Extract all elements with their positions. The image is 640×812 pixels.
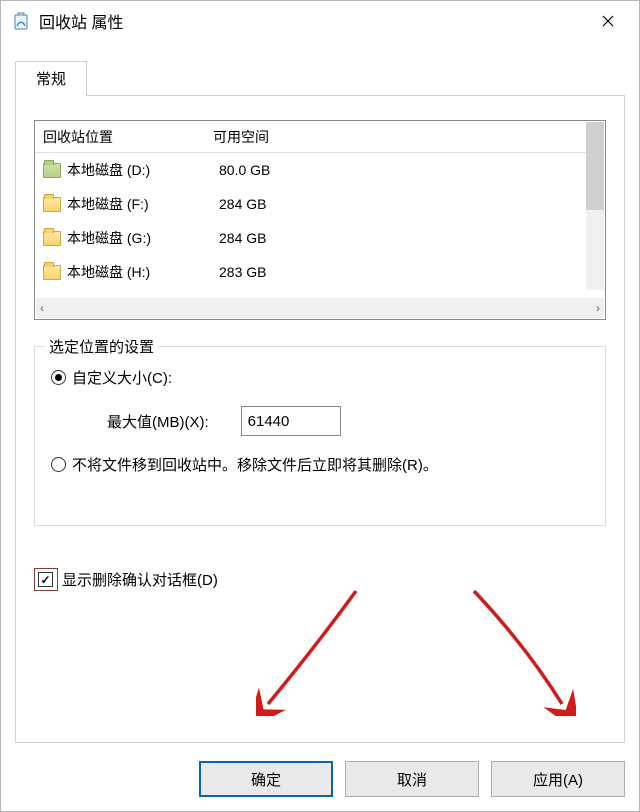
col-location[interactable]: 回收站位置 [35, 127, 207, 147]
radio-custom-size[interactable]: 自定义大小(C): [51, 367, 589, 388]
properties-dialog: 回收站 属性 常规 回收站位置 可用空间 本地磁盘 (D:) 80.0 GB [0, 0, 640, 812]
apply-button[interactable]: 应用(A) [491, 761, 625, 797]
drive-icon [43, 197, 61, 212]
group-legend: 选定位置的设置 [45, 336, 158, 357]
drive-name: 本地磁盘 (G:) [67, 228, 213, 248]
tab-general[interactable]: 常规 [15, 61, 87, 96]
tabs-area: 常规 回收站位置 可用空间 本地磁盘 (D:) 80.0 GB 本地磁盘 (F:… [1, 41, 639, 751]
drive-name: 本地磁盘 (F:) [67, 194, 213, 214]
window-title: 回收站 属性 [39, 9, 585, 33]
titlebar: 回收站 属性 [1, 1, 639, 41]
cancel-button[interactable]: 取消 [345, 761, 479, 797]
table-row[interactable]: 本地磁盘 (D:) 80.0 GB [35, 153, 605, 187]
location-table: 回收站位置 可用空间 本地磁盘 (D:) 80.0 GB 本地磁盘 (F:) 2… [34, 120, 606, 320]
table-row[interactable]: 本地磁盘 (G:) 284 GB [35, 221, 605, 255]
drive-name: 本地磁盘 (D:) [67, 160, 213, 180]
annotation-highlight [34, 568, 58, 591]
table-row[interactable]: 本地磁盘 (F:) 284 GB [35, 187, 605, 221]
radio-label: 不将文件移到回收站中。移除文件后立即将其删除(R)。 [72, 454, 438, 475]
radio-icon [51, 370, 66, 385]
ok-button[interactable]: 确定 [199, 761, 333, 797]
radio-no-recycle[interactable]: 不将文件移到回收站中。移除文件后立即将其删除(R)。 [51, 454, 589, 475]
horizontal-scrollbar[interactable]: ‹ › [36, 298, 604, 318]
radio-icon [51, 457, 66, 472]
close-button[interactable] [585, 5, 631, 37]
max-size-input[interactable] [241, 406, 341, 436]
max-size-row: 最大值(MB)(X): [107, 406, 589, 436]
dialog-buttons: 确定 取消 应用(A) [1, 751, 639, 811]
drive-space: 283 GB [213, 264, 605, 280]
drive-icon [43, 231, 61, 246]
table-header: 回收站位置 可用空间 [35, 121, 605, 153]
drive-space: 284 GB [213, 196, 605, 212]
drive-icon [43, 265, 61, 280]
col-available-space[interactable]: 可用空间 [207, 127, 605, 147]
table-body: 本地磁盘 (D:) 80.0 GB 本地磁盘 (F:) 284 GB 本地磁盘 … [35, 153, 605, 289]
drive-icon [43, 163, 61, 178]
table-row[interactable]: 本地磁盘 (H:) 283 GB [35, 255, 605, 289]
drive-name: 本地磁盘 (H:) [67, 262, 213, 282]
max-size-label: 最大值(MB)(X): [107, 411, 209, 432]
checkbox-label: 显示删除确认对话框(D) [62, 569, 218, 590]
drive-space: 80.0 GB [213, 162, 605, 178]
location-settings-group: 选定位置的设置 自定义大小(C): 最大值(MB)(X): 不将文件移到回收站中… [34, 346, 606, 526]
recycle-bin-icon [11, 11, 31, 31]
scroll-left-icon[interactable]: ‹ [40, 301, 44, 315]
checkbox-icon [38, 572, 53, 587]
vertical-scrollbar[interactable] [586, 122, 604, 290]
drive-space: 284 GB [213, 230, 605, 246]
radio-label: 自定义大小(C): [72, 367, 172, 388]
confirm-delete-row[interactable]: 显示删除确认对话框(D) [34, 568, 606, 591]
annotation-arrow-icon [456, 586, 576, 716]
annotation-arrow-icon [256, 586, 366, 716]
tab-panel-general: 回收站位置 可用空间 本地磁盘 (D:) 80.0 GB 本地磁盘 (F:) 2… [15, 95, 625, 743]
scroll-right-icon[interactable]: › [596, 301, 600, 315]
